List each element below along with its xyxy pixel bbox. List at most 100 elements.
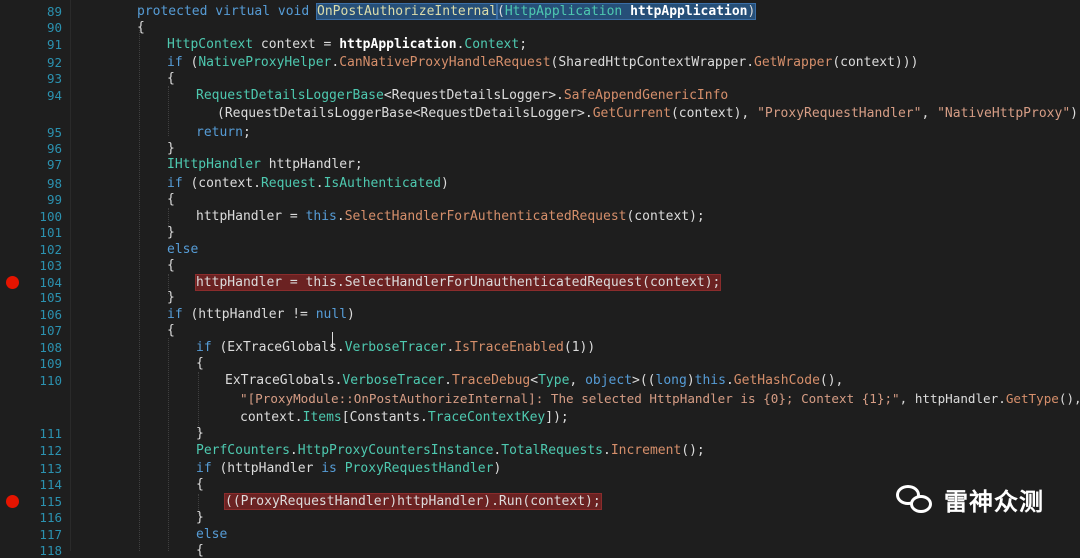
code-token: "ProxyRequestHandler" bbox=[757, 106, 922, 121]
code-token: ( bbox=[497, 4, 505, 19]
code-line-96[interactable]: } bbox=[167, 141, 175, 156]
code-token: . bbox=[289, 443, 298, 458]
code-token: GetType bbox=[1005, 391, 1059, 406]
code-token: long bbox=[655, 373, 687, 388]
code-line-116[interactable]: } bbox=[196, 510, 204, 525]
line-number: 113 bbox=[39, 461, 62, 476]
line-number: 95 bbox=[46, 125, 62, 140]
gutter-separator bbox=[70, 0, 71, 551]
code-token: . bbox=[603, 443, 611, 458]
code-line-102[interactable]: else bbox=[167, 242, 198, 257]
code-token: if bbox=[167, 55, 183, 70]
code-token: httpApplication bbox=[339, 37, 457, 52]
code-line-100[interactable]: httpHandler = this.SelectHandlerForAuthe… bbox=[196, 209, 705, 224]
code-line-94-cont[interactable]: (RequestDetailsLoggerBase<RequestDetails… bbox=[217, 106, 1080, 121]
code-line-114[interactable]: { bbox=[196, 477, 204, 492]
code-line-115-breakpoint[interactable]: ((ProxyRequestHandler)httpHandler).Run(c… bbox=[224, 493, 602, 510]
code-line-101[interactable]: } bbox=[167, 225, 175, 240]
code-token: . bbox=[725, 373, 734, 388]
method-name-selected[interactable]: OnPostAuthorizeInternal bbox=[316, 3, 499, 20]
code-token: httpHandler = bbox=[196, 209, 306, 224]
code-token: this bbox=[305, 209, 337, 224]
line-number: 101 bbox=[39, 225, 62, 240]
code-line-110-cont[interactable]: "[ProxyModule::OnPostAuthorizeInternal]:… bbox=[240, 391, 1080, 406]
code-line-109[interactable]: { bbox=[196, 356, 204, 371]
code-token: PerfCounters bbox=[196, 443, 290, 458]
line-number: 105 bbox=[39, 290, 62, 305]
code-line-106[interactable]: if (httpHandler != null) bbox=[167, 307, 355, 322]
code-token: GetWrapper bbox=[754, 55, 833, 70]
code-token: context = bbox=[253, 37, 340, 52]
code-line-90[interactable]: { bbox=[137, 20, 145, 35]
code-token: Type bbox=[538, 373, 570, 388]
line-number: 112 bbox=[39, 443, 62, 458]
code-token: else bbox=[167, 242, 199, 257]
code-line-113[interactable]: if (httpHandler is ProxyRequestHandler) bbox=[196, 461, 501, 476]
code-editor[interactable]: 89 90 91 92 93 94 95 96 97 98 99 100 101 102 103 104 105… bbox=[0, 0, 1080, 558]
code-line-97[interactable]: IHttpHandler httpHandler; bbox=[167, 157, 363, 172]
code-token: , bbox=[569, 373, 586, 388]
code-token: , httpHandler. bbox=[899, 391, 1006, 406]
code-token: RequestDetailsLoggerBase bbox=[196, 88, 384, 103]
code-line-107[interactable]: { bbox=[167, 323, 175, 338]
breakpoint-gutter[interactable] bbox=[0, 0, 26, 551]
code-token: . bbox=[444, 373, 452, 388]
line-number: 108 bbox=[39, 340, 62, 355]
code-line-111[interactable]: } bbox=[196, 426, 204, 441]
line-number: 110 bbox=[39, 373, 62, 388]
code-token: else bbox=[196, 527, 228, 542]
line-number: 98 bbox=[46, 176, 62, 191]
code-token: (httpHandler != bbox=[182, 307, 316, 322]
code-token: GetHashCode bbox=[733, 373, 820, 388]
code-token: [Constants. bbox=[341, 410, 428, 425]
line-number: 111 bbox=[39, 426, 62, 441]
line-number: 106 bbox=[39, 307, 62, 322]
code-line-89[interactable]: protected virtual void OnPostAuthorizeIn… bbox=[137, 3, 757, 20]
breakpoint-icon[interactable] bbox=[6, 276, 19, 289]
code-line-112[interactable]: PerfCounters.HttpProxyCountersInstance.T… bbox=[196, 443, 705, 458]
line-number: 91 bbox=[46, 37, 62, 52]
code-line-92[interactable]: if (NativeProxyHelper.CanNativeProxyHand… bbox=[167, 55, 918, 70]
code-token: ; bbox=[242, 125, 251, 140]
code-line-93[interactable]: { bbox=[167, 71, 175, 86]
code-line-95[interactable]: return; bbox=[196, 125, 251, 140]
code-token: IHttpHandler bbox=[167, 157, 261, 172]
code-token: (), bbox=[1058, 391, 1080, 406]
code-token: "[ProxyModule::OnPostAuthorizeInternal]:… bbox=[240, 391, 900, 406]
code-token: Items bbox=[302, 410, 342, 425]
code-token: ) bbox=[440, 176, 449, 191]
code-line-94[interactable]: RequestDetailsLoggerBase<RequestDetailsL… bbox=[196, 88, 728, 103]
line-number: 102 bbox=[39, 242, 62, 257]
code-token: . bbox=[336, 209, 345, 224]
code-line-110-cont2[interactable]: context.Items[Constants.TraceContextKey]… bbox=[240, 410, 569, 425]
line-number: 104 bbox=[39, 275, 62, 290]
code-line-110[interactable]: ExTraceGlobals.VerboseTracer.TraceDebug<… bbox=[225, 373, 843, 388]
code-line-98[interactable]: if (context.Request.IsAuthenticated) bbox=[167, 176, 449, 191]
line-number: 117 bbox=[39, 527, 62, 542]
indent-guide bbox=[198, 372, 199, 432]
code-token: >(( bbox=[632, 373, 656, 388]
code-token: VerboseTracer bbox=[342, 373, 445, 388]
line-number: 116 bbox=[39, 510, 62, 525]
code-token: NativeProxyHelper bbox=[198, 55, 332, 70]
line-number: 92 bbox=[46, 55, 62, 70]
code-token: ExTraceGlobals. bbox=[225, 373, 343, 388]
code-line-104-breakpoint[interactable]: httpHandler = this.SelectHandlerForUnaut… bbox=[194, 274, 722, 291]
line-number: 89 bbox=[46, 4, 62, 19]
line-number: 114 bbox=[39, 477, 62, 492]
code-token: (context. bbox=[182, 176, 261, 191]
indent-guide bbox=[139, 28, 140, 551]
line-number: 90 bbox=[46, 20, 62, 35]
code-line-117[interactable]: else bbox=[196, 527, 227, 542]
code-line-108[interactable]: if (ExTraceGlobals.VerboseTracer.IsTrace… bbox=[196, 340, 595, 355]
line-number: 115 bbox=[39, 494, 62, 509]
code-token: HttpContext bbox=[167, 37, 254, 52]
code-line-99[interactable]: { bbox=[167, 192, 175, 207]
code-token: object bbox=[585, 373, 633, 388]
code-token: ]); bbox=[545, 410, 569, 425]
code-line-105[interactable]: } bbox=[167, 290, 175, 305]
breakpoint-icon[interactable] bbox=[6, 495, 19, 508]
code-line-91[interactable]: HttpContext context = httpApplication.Co… bbox=[167, 37, 527, 52]
code-line-103[interactable]: { bbox=[167, 258, 175, 273]
code-token: TraceDebug bbox=[451, 373, 531, 388]
